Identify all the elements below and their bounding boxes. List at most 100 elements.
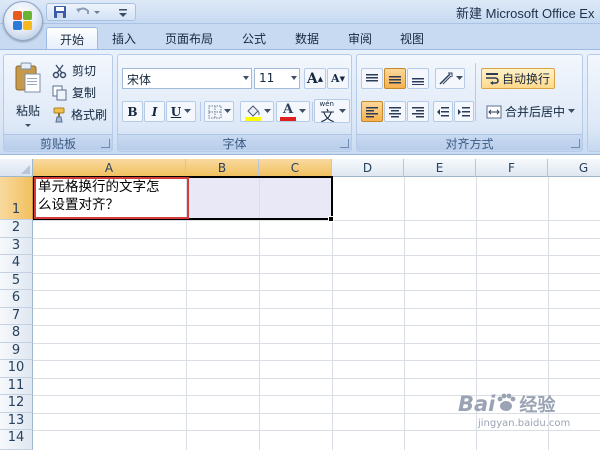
customize-qat-icon[interactable] — [117, 5, 133, 19]
row-header-2[interactable]: 2 — [0, 220, 33, 238]
font-family-select[interactable]: 宋体 — [122, 68, 252, 89]
underline-icon: U — [170, 104, 182, 119]
window-title: 新建 Microsoft Office Ex — [456, 6, 595, 21]
font-family-dropdown-icon — [243, 76, 249, 80]
column-header-c[interactable]: C — [259, 159, 332, 177]
font-dialog-launcher[interactable] — [340, 139, 349, 148]
column-header-b[interactable]: B — [186, 159, 259, 177]
row-header-9[interactable]: 9 — [0, 343, 33, 360]
fill-color-button[interactable] — [240, 101, 274, 122]
office-logo-icon — [13, 11, 33, 31]
shrink-font-button[interactable]: A ▼ — [327, 68, 349, 89]
office-button[interactable] — [3, 1, 43, 41]
watermark-logo: Bai 经验 — [458, 391, 555, 417]
align-left-button[interactable] — [361, 101, 383, 122]
gridline-row-3 — [33, 238, 600, 239]
bold-button[interactable]: B — [122, 101, 143, 122]
copy-button[interactable]: 复制 — [52, 82, 110, 103]
align-top-button[interactable] — [361, 68, 383, 89]
row-header-14[interactable]: 14 — [0, 430, 33, 450]
clipboard-group-label: 剪贴板 — [4, 134, 112, 151]
underline-dropdown-icon — [184, 109, 192, 113]
row-header-4[interactable]: 4 — [0, 255, 33, 273]
clipboard-group: 粘贴 剪切 复制 格式刷 剪贴板 — [3, 54, 113, 152]
column-header-a[interactable]: A — [33, 159, 186, 177]
cut-button[interactable]: 剪切 — [52, 60, 110, 81]
decrease-indent-button[interactable] — [433, 101, 453, 122]
number-group-partial — [587, 54, 600, 152]
orientation-dropdown-icon — [455, 76, 463, 80]
tab-page-layout[interactable]: 页面布局 — [154, 27, 224, 49]
font-color-button[interactable]: A — [276, 101, 310, 122]
merge-center-button[interactable]: 合并后居中 — [483, 101, 579, 122]
underline-button[interactable]: U — [166, 101, 196, 122]
format-painter-button[interactable]: 格式刷 — [52, 104, 114, 125]
copy-icon — [52, 85, 67, 100]
alignment-dialog-launcher[interactable] — [571, 139, 580, 148]
select-all-corner[interactable] — [0, 159, 33, 177]
gridline-row-14 — [33, 430, 600, 431]
borders-button[interactable] — [204, 101, 234, 122]
column-header-f[interactable]: F — [476, 159, 548, 177]
undo-icon[interactable] — [75, 5, 91, 19]
align-bottom-button[interactable] — [407, 68, 429, 89]
borders-icon — [208, 105, 221, 118]
phonetic-glyph: 文 — [320, 109, 335, 125]
gridline-row-9 — [33, 343, 600, 344]
tab-data[interactable]: 数据 — [284, 27, 330, 49]
tab-insert[interactable]: 插入 — [102, 27, 146, 49]
tab-view[interactable]: 视图 — [390, 27, 434, 49]
align-center-button[interactable] — [384, 101, 406, 122]
wrap-text-label: 自动换行 — [502, 72, 551, 86]
align-left-icon — [366, 106, 378, 117]
font-size-select[interactable]: 11 — [254, 68, 300, 89]
align-bottom-icon — [412, 77, 424, 85]
fill-handle[interactable] — [328, 216, 334, 222]
gridline-row-2 — [33, 220, 600, 221]
row-header-6[interactable]: 6 — [0, 290, 33, 308]
tab-home[interactable]: 开始 — [46, 27, 98, 49]
italic-button[interactable]: I — [144, 101, 165, 122]
font-size-dropdown-icon — [291, 76, 297, 80]
fill-color-icon — [244, 104, 261, 121]
shrink-font-icon: A — [331, 72, 340, 85]
font-size-value: 11 — [259, 71, 275, 85]
row-header-8[interactable]: 8 — [0, 325, 33, 343]
fill-color-dropdown-icon — [263, 109, 271, 113]
watermark-logo-text-2: 经验 — [519, 395, 556, 416]
align-right-button[interactable] — [407, 101, 429, 122]
row-header-7[interactable]: 7 — [0, 308, 33, 325]
row-header-12[interactable]: 12 — [0, 395, 33, 413]
column-header-e[interactable]: E — [404, 159, 476, 177]
row-header-13[interactable]: 13 — [0, 413, 33, 430]
undo-dropdown-icon[interactable] — [93, 5, 101, 19]
paste-button[interactable]: 粘贴 — [7, 59, 49, 131]
format-painter-icon — [53, 107, 65, 122]
column-header-d[interactable]: D — [332, 159, 404, 177]
tab-review[interactable]: 审阅 — [338, 27, 382, 49]
watermark-logo-text: Bai — [458, 392, 496, 416]
column-header-g[interactable]: G — [548, 159, 600, 177]
font-family-value: 宋体 — [127, 73, 152, 87]
row-header-10[interactable]: 10 — [0, 360, 33, 378]
tab-formulas[interactable]: 公式 — [232, 27, 276, 49]
save-icon[interactable] — [53, 5, 69, 19]
phonetic-button[interactable]: wén 文 — [314, 99, 350, 125]
row-header-3[interactable]: 3 — [0, 238, 33, 255]
increase-indent-button[interactable] — [454, 101, 474, 122]
orientation-button[interactable] — [435, 68, 465, 89]
gridline-row-8 — [33, 325, 600, 326]
row-header-5[interactable]: 5 — [0, 273, 33, 290]
row-header-1[interactable]: 1 — [0, 177, 33, 220]
align-middle-button[interactable] — [384, 68, 406, 89]
wrap-text-button[interactable]: 自动换行 — [481, 68, 555, 89]
cell-a1-line-1: 单元格换行的文字怎 — [38, 179, 160, 195]
ribbon-tabs: 开始 插入 页面布局 公式 数据 审阅 视图 — [0, 24, 600, 49]
grow-font-button[interactable]: A ▲ — [304, 68, 326, 89]
row-header-11[interactable]: 11 — [0, 378, 33, 395]
clipboard-dialog-launcher[interactable] — [101, 139, 110, 148]
alignment-separator — [475, 63, 476, 121]
align-top-icon — [366, 73, 378, 81]
grow-font-icon: A — [306, 70, 318, 87]
align-center-icon — [389, 106, 401, 117]
